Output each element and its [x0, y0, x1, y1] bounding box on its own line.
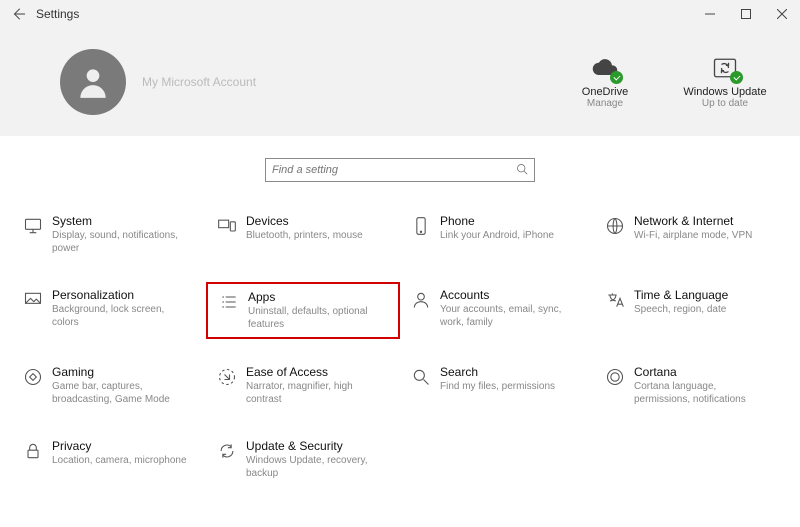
tile-cortana[interactable]: CortanaCortana language, permissions, no… — [594, 359, 788, 413]
search-icon — [516, 163, 528, 178]
tile-apps[interactable]: AppsUninstall, defaults, optional featur… — [206, 282, 400, 339]
search-container — [0, 158, 800, 182]
tile-devices[interactable]: DevicesBluetooth, printers, mouse — [206, 208, 400, 262]
tile-phone[interactable]: PhoneLink your Android, iPhone — [400, 208, 594, 262]
tile-gaming[interactable]: GamingGame bar, captures, broadcasting, … — [12, 359, 206, 413]
avatar[interactable] — [60, 49, 126, 115]
tile-personalization[interactable]: PersonalizationBackground, lock screen, … — [12, 282, 206, 339]
paint-icon — [20, 288, 46, 333]
onedrive-status[interactable]: OneDrive Manage — [550, 56, 660, 109]
person-icon — [408, 288, 434, 333]
tile-time-language[interactable]: Time & LanguageSpeech, region, date — [594, 282, 788, 339]
onedrive-title: OneDrive — [550, 86, 660, 98]
titlebar: Settings — [0, 0, 800, 28]
tile-privacy[interactable]: PrivacyLocation, camera, microphone — [12, 433, 206, 487]
apps-icon — [216, 290, 242, 331]
lock-icon — [20, 439, 46, 481]
settings-grid: SystemDisplay, sound, notifications, pow… — [0, 200, 800, 487]
gaming-icon — [20, 365, 46, 407]
phone-icon — [408, 214, 434, 256]
window-title: Settings — [36, 7, 79, 21]
language-icon — [602, 288, 628, 333]
globe-icon — [602, 214, 628, 256]
back-button[interactable] — [0, 0, 36, 28]
windows-update-status[interactable]: Windows Update Up to date — [670, 56, 780, 109]
account-name: My Microsoft Account — [142, 75, 256, 89]
check-badge-icon — [730, 71, 743, 84]
devices-icon — [214, 214, 240, 256]
account-header: My Microsoft Account OneDrive Manage Win… — [0, 28, 800, 136]
close-button[interactable] — [764, 0, 800, 28]
tile-system[interactable]: SystemDisplay, sound, notifications, pow… — [12, 208, 206, 262]
cortana-icon — [602, 365, 628, 407]
update-sub: Up to date — [670, 98, 780, 109]
search-box[interactable] — [265, 158, 535, 182]
search-tile-icon — [408, 365, 434, 407]
maximize-button[interactable] — [728, 0, 764, 28]
update-icon — [214, 439, 240, 481]
ease-icon — [214, 365, 240, 407]
minimize-button[interactable] — [692, 0, 728, 28]
tile-network[interactable]: Network & InternetWi-Fi, airplane mode, … — [594, 208, 788, 262]
update-title: Windows Update — [670, 86, 780, 98]
tile-search[interactable]: SearchFind my files, permissions — [400, 359, 594, 413]
tile-ease-of-access[interactable]: Ease of AccessNarrator, magnifier, high … — [206, 359, 400, 413]
onedrive-sub: Manage — [550, 98, 660, 109]
search-input[interactable] — [272, 164, 516, 176]
tile-update-security[interactable]: Update & SecurityWindows Update, recover… — [206, 433, 400, 487]
check-badge-icon — [610, 71, 623, 84]
tile-accounts[interactable]: AccountsYour accounts, email, sync, work… — [400, 282, 594, 339]
display-icon — [20, 214, 46, 256]
